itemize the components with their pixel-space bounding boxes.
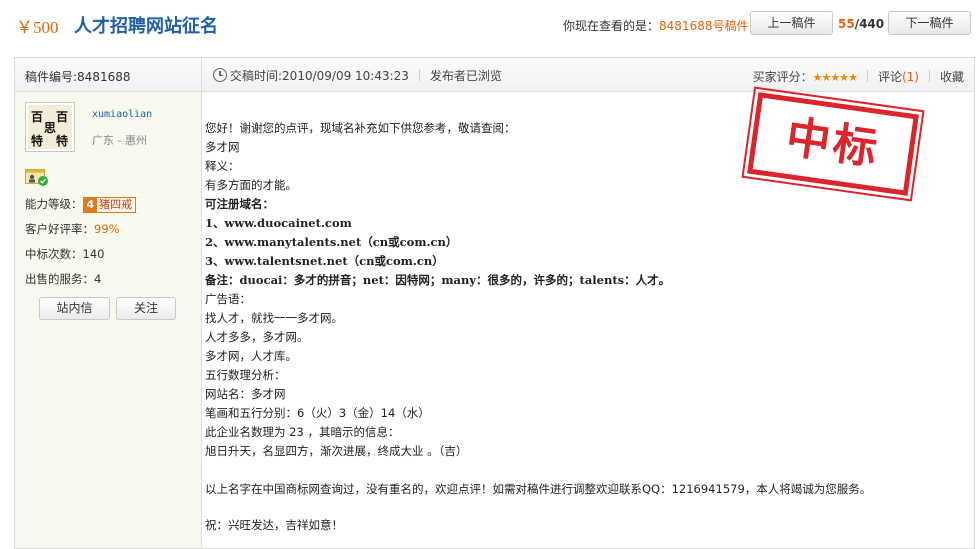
content-line: 网站名：多才网 <box>205 387 286 401</box>
rate-label: 客户好评率： <box>25 222 94 236</box>
avatar[interactable]: 百 百 思 特 特 <box>25 102 75 152</box>
avatar-char: 特 <box>31 134 44 148</box>
separator <box>866 70 868 82</box>
content-line: 释义： <box>205 159 240 173</box>
clock-icon <box>213 68 227 82</box>
avatar-char: 特 <box>56 134 69 148</box>
content-line: 笔画和五行分别：6（火）3（金）14（水） <box>205 406 430 420</box>
win-count: 中标次数：140 <box>25 246 104 262</box>
counter-total: /440 <box>854 17 885 31</box>
services-label: 出售的服务： <box>25 272 94 286</box>
wins-label: 中标次数： <box>25 247 83 261</box>
header-divider <box>201 58 202 91</box>
good-rate: 客户好评率：99% <box>25 221 120 237</box>
services-value: 4 <box>94 272 102 286</box>
content-line: 此企业名数理为 23 ，其暗示的信息： <box>205 425 400 439</box>
services-count: 出售的服务：4 <box>25 271 101 287</box>
level-name: 猪四戒 <box>99 198 133 211</box>
previous-draft-button[interactable]: 上一稿件 <box>750 11 833 35</box>
draft-counter: 55/440 <box>838 17 884 31</box>
content-line: 找人才，就找一一多才网。 <box>205 311 343 325</box>
content-line: 2、www.manytalents.net（cn或com.cn） <box>205 235 458 249</box>
viewing-label: 你现在查看的是： <box>563 19 660 33</box>
publisher-viewed: 发布者已浏览 <box>429 69 502 83</box>
comment-label: 评论 <box>877 70 902 84</box>
submit-time: 交稿时间:2010/09/09 10:43:23 <box>230 69 409 83</box>
content-line: 人才多多，多才网。 <box>205 330 309 344</box>
content-line: 祝：兴旺发达，吉祥如意！ <box>205 518 343 532</box>
user-sidebar: 百 百 思 特 特 xumiaolian 广东 - 惠州 能力等级： 4 猪四戒 客… <box>15 92 202 548</box>
content-line: 多才网，人才库。 <box>205 349 297 363</box>
content-line: 以上名字在中国商标网查询过，没有重名的，欢迎点评！如需对稿件进行调整欢迎联系QQ… <box>205 482 872 496</box>
viewing-info: 你现在查看的是：8481688号稿件 <box>563 17 748 34</box>
content-line: 旭日升天，名显四方，渐次进展，终成大业 。（吉） <box>205 444 468 458</box>
separator <box>418 69 420 81</box>
avatar-char: 思 <box>44 121 57 135</box>
level-label: 能力等级： <box>25 197 83 211</box>
favorite-link[interactable]: 收藏 <box>940 70 964 84</box>
content-line: 可注册域名： <box>205 197 274 211</box>
comment-link[interactable]: 评论(1) <box>878 70 919 84</box>
content-line: 有多方面的才能。 <box>205 178 297 192</box>
rating-label: 买家评分： <box>752 70 813 84</box>
viewing-draft-number: 8481688号稿件 <box>659 19 749 33</box>
avatar-image: 百 百 思 特 特 <box>28 105 72 149</box>
follow-button[interactable]: 关注 <box>116 297 176 320</box>
comment-count: (1) <box>901 70 919 84</box>
task-title[interactable]: 人才招聘网站征名 <box>74 12 218 38</box>
draft-id: 稿件编号:8481688 <box>25 70 131 84</box>
username[interactable]: xumiaolian <box>92 109 152 120</box>
draft-panel-header: 稿件编号:8481688 交稿时间:2010/09/09 10:43:23 发布者… <box>15 58 974 92</box>
rating-stars: ★★★★★ <box>812 71 858 84</box>
top-bar: ￥500 人才招聘网站征名 你现在查看的是：8481688号稿件 上一稿件 55… <box>0 0 977 50</box>
content-line: 1、www.duocainet.com <box>205 216 352 230</box>
message-button[interactable]: 站内信 <box>39 297 110 320</box>
content-line: 广告语： <box>205 292 251 306</box>
level-number: 4 <box>83 198 98 212</box>
ability-level: 能力等级： 4 猪四戒 <box>25 196 137 213</box>
level-badge: 4 猪四戒 <box>82 197 137 213</box>
content-line: 多才网 <box>205 140 240 154</box>
avatar-char: 百 <box>31 110 44 124</box>
avatar-char: 百 <box>56 110 69 124</box>
submit-info: 交稿时间:2010/09/09 10:43:23 发布者已浏览 <box>213 67 502 84</box>
rate-value: 99% <box>94 222 120 236</box>
content-line: 备注：duocai：多才的拼音；net：因特网；many：很多的，许多的；tal… <box>205 273 671 287</box>
next-draft-button[interactable]: 下一稿件 <box>888 11 971 35</box>
separator <box>928 70 930 82</box>
user-location: 广东 - 惠州 <box>92 134 147 147</box>
counter-current: 55 <box>838 17 855 31</box>
content-line: 五行数理分析： <box>205 368 286 382</box>
wins-value: 140 <box>82 247 105 261</box>
content-line: 3、www.talentsnet.net（cn或com.cn） <box>205 254 444 268</box>
content-line: 您好！谢谢您的点评，现域名补充如下供您参考，敬请查阅： <box>205 121 516 135</box>
task-price: ￥500 <box>16 18 59 37</box>
rating-area: 买家评分：★★★★★ 评论(1) 收藏 <box>753 68 964 85</box>
verified-user-icon <box>25 169 48 186</box>
